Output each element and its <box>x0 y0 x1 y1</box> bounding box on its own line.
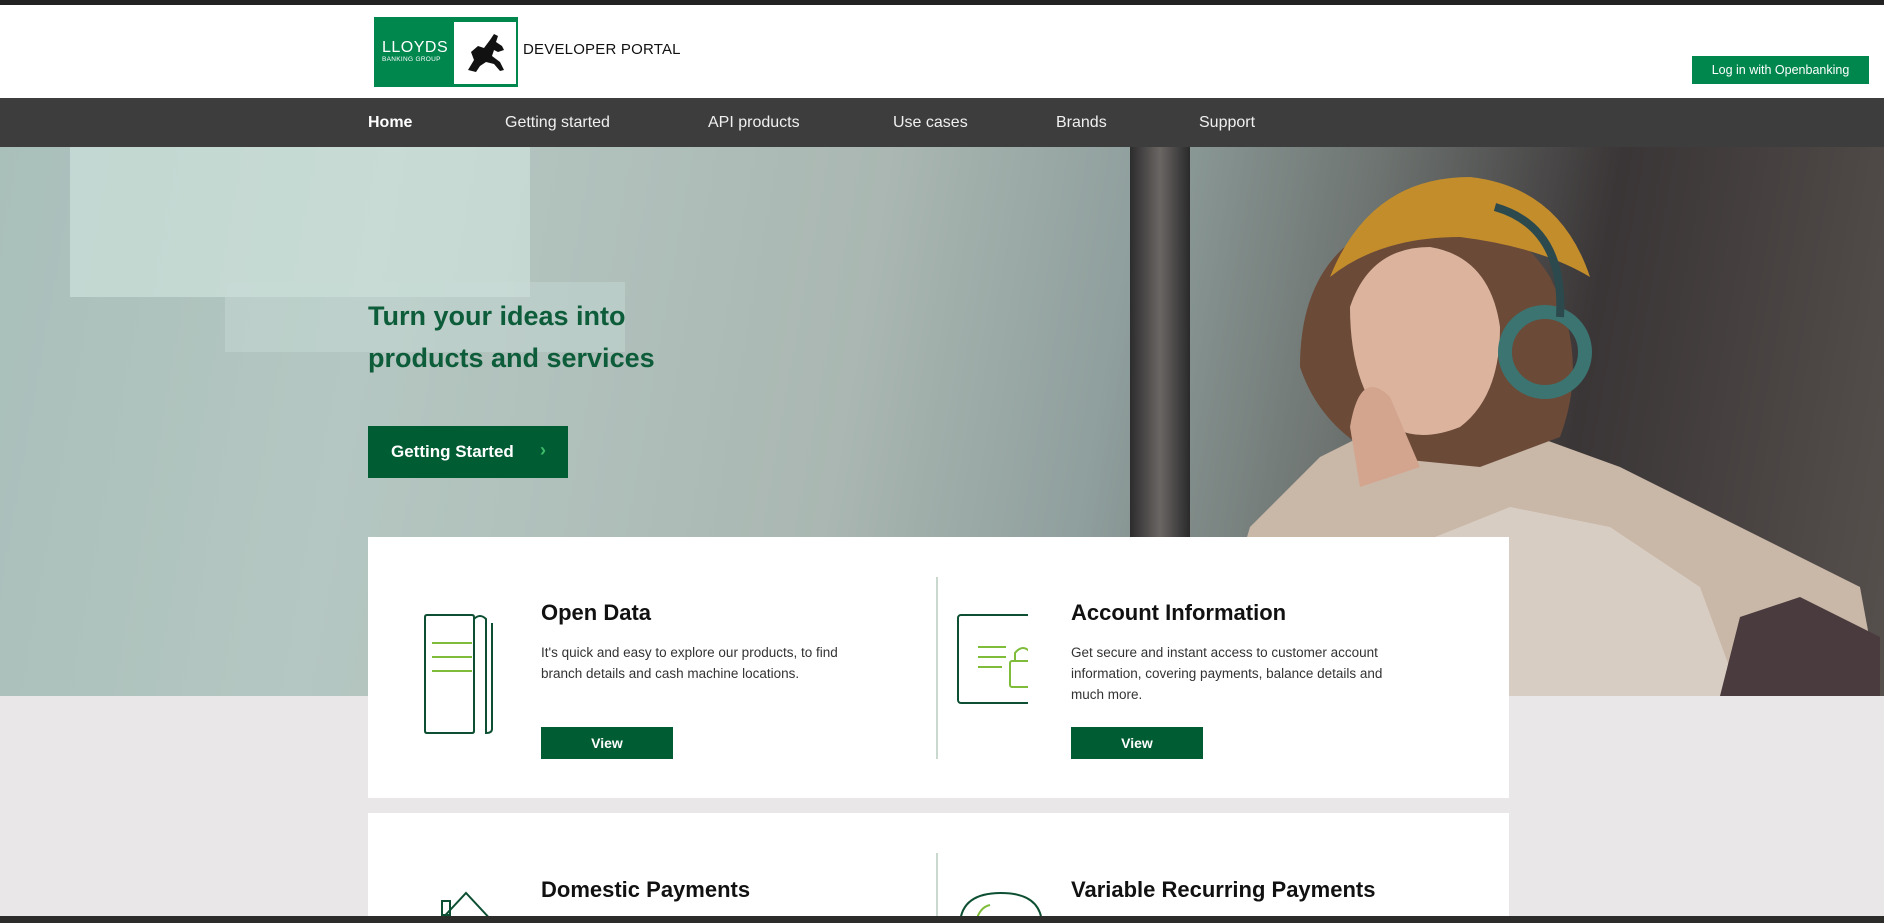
card-title: Open Data <box>541 600 652 625</box>
nav-item-getting-started[interactable]: Getting started <box>505 98 610 147</box>
portal-label: DEVELOPER PORTAL <box>523 41 681 58</box>
site-header: LLOYDS BANKING GROUP DEVELOPER PORTAL Lo… <box>0 5 1884 98</box>
getting-started-label: Getting Started <box>391 442 514 461</box>
nav-item-support[interactable]: Support <box>1199 98 1255 147</box>
card-domestic-payments: Domestic Payments <box>368 813 908 923</box>
card-account-information: Account Information Get secure and insta… <box>898 537 1438 798</box>
account-information-icon <box>957 614 1028 704</box>
card-description: It's quick and easy to explore our produ… <box>541 645 838 681</box>
nav-item-api-products[interactable]: API products <box>708 98 800 147</box>
account-information-view-button[interactable]: View <box>1071 727 1203 759</box>
open-data-icon <box>424 614 493 735</box>
black-horse-icon <box>454 22 516 84</box>
login-openbanking-button[interactable]: Log in with Openbanking <box>1692 56 1869 84</box>
card-title: Variable Recurring Payments <box>1071 877 1376 902</box>
hero-headline-line2: products and services <box>368 343 655 373</box>
card-title: Domestic Payments <box>541 877 751 902</box>
chevron-right-icon: › <box>540 440 546 460</box>
logo-text: LLOYDS BANKING GROUP <box>382 39 448 63</box>
open-data-view-button[interactable]: View <box>541 727 673 759</box>
hero-headline-line1: Turn your ideas into <box>368 301 626 331</box>
logo-brand-name: LLOYDS <box>382 39 449 56</box>
main-nav: Home Getting started API products Use ca… <box>0 98 1884 147</box>
logo-brand-sub: BANKING GROUP <box>382 56 441 63</box>
hero-headline: Turn your ideas into products and servic… <box>368 295 748 379</box>
bottom-strip <box>0 916 1884 923</box>
card-title: Account Information <box>1071 600 1287 625</box>
lloyds-logo[interactable]: LLOYDS BANKING GROUP <box>374 17 518 87</box>
card-variable-recurring-payments: Variable Recurring Payments <box>898 813 1438 923</box>
nav-item-brands[interactable]: Brands <box>1056 98 1107 147</box>
card-description: Get secure and instant access to custome… <box>1071 645 1383 702</box>
card-open-data: Open Data It's quick and easy to explore… <box>368 537 908 798</box>
getting-started-button[interactable]: Getting Started › <box>368 426 568 478</box>
nav-item-use-cases[interactable]: Use cases <box>893 98 968 147</box>
hero-bg-window <box>70 147 530 297</box>
nav-item-home[interactable]: Home <box>368 98 412 147</box>
card-panel-primary: Open Data It's quick and easy to explore… <box>368 537 1509 798</box>
card-panel-payments: Domestic Payments Variable Recurring Pay… <box>368 813 1509 923</box>
